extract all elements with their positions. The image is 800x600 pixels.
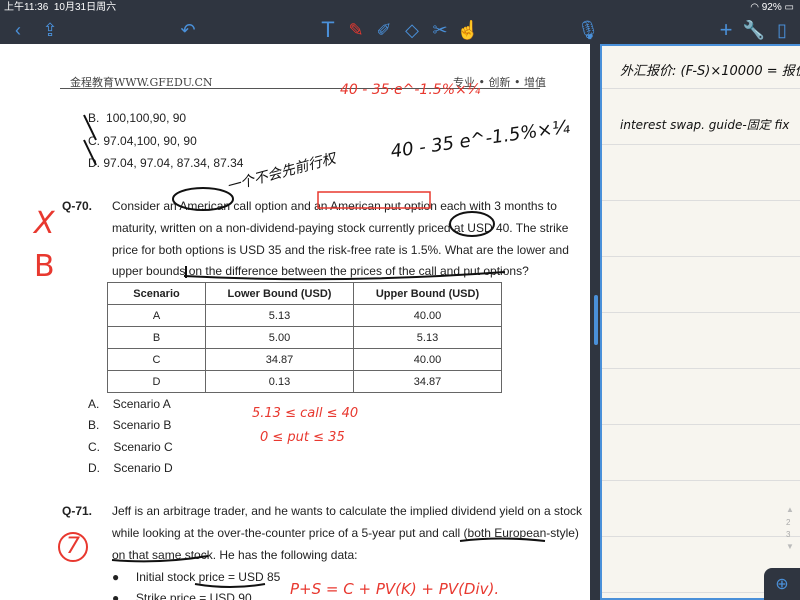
toolbar: ‹ ⇪ ↶ T ✎ ✐ ◇ ✂ ☝ 🎙 + 🔧 ▯ (0, 16, 800, 44)
wifi-icon: ◠ (750, 2, 759, 13)
note-line-1: 外汇报价: (F-S)×10000 = 报价 (620, 64, 800, 79)
wrench-icon[interactable]: 🔧 (742, 16, 766, 44)
add-icon[interactable]: + (714, 16, 738, 44)
scissors-icon[interactable]: ✂ (428, 16, 452, 44)
status-battery: ◠ 92% ▭ (750, 2, 794, 13)
pages-icon[interactable]: ▯ (770, 16, 794, 44)
text-tool-icon[interactable]: T (316, 16, 340, 44)
page-up-icon[interactable]: ▲ (786, 505, 794, 514)
page-down-icon[interactable]: ▼ (786, 542, 794, 551)
page-number: 2 (786, 518, 791, 527)
document-page[interactable]: 金程教育WWW.GFEDU.CN 专业 • 创新 • 增值 B. 100,100… (0, 44, 590, 600)
microphone-icon[interactable]: 🎙 (576, 16, 600, 44)
hand-icon[interactable]: ☝ (456, 16, 480, 44)
page-number: 3 (786, 530, 791, 539)
eraser-icon[interactable]: ◇ (400, 16, 424, 44)
zoom-in-icon[interactable]: ⊕ (764, 568, 800, 600)
status-time: 上午11:36 10月31日周六 (4, 2, 117, 13)
document-scrollbar[interactable] (594, 295, 598, 345)
note-line-2: interest swap. guide-固定 fix (620, 118, 790, 132)
notes-panel[interactable]: 外汇报价: (F-S)×10000 = 报价 interest swap. gu… (600, 44, 800, 600)
share-icon[interactable]: ⇪ (38, 16, 62, 44)
battery-icon: ▭ (784, 2, 794, 13)
undo-icon[interactable]: ↶ (176, 16, 200, 44)
back-icon[interactable]: ‹ (6, 16, 30, 44)
pen-tool-icon[interactable]: ✎ (344, 16, 368, 44)
highlighter-icon[interactable]: ✐ (372, 16, 396, 44)
ink-marks (83, 114, 546, 588)
status-bar: 上午11:36 10月31日周六 ◠ 92% ▭ (0, 0, 800, 16)
